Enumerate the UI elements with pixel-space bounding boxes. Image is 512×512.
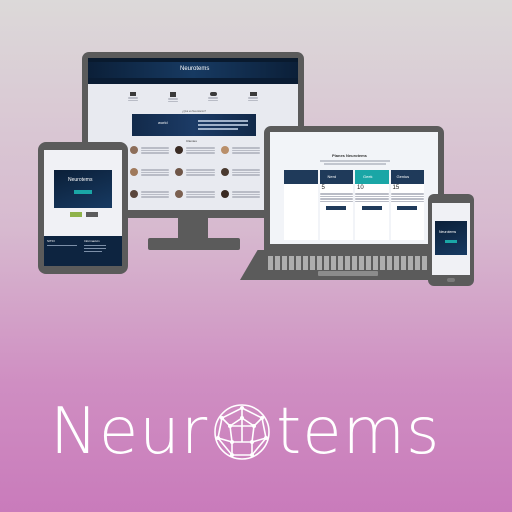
plan-select-button[interactable] [326,206,347,210]
tablet-logo: Neurotems [68,177,93,183]
laptop-lid: Planes Neurotems Nerd 5 Geek 10 Genius 1… [264,126,444,250]
testimonial-card [175,146,215,162]
cart-icon [128,92,138,106]
testimonial-card [220,168,260,184]
plan-price: 5 [321,185,325,191]
phone-cta-button[interactable] [445,240,457,243]
testimonial-card [130,190,170,206]
monitor-logo: Neurotems [180,66,210,72]
pricing-plans: Nerd 5 Geek 10 Genius 15 [284,170,424,240]
laptop-trackpad [318,271,378,276]
monitor-testimonials [130,146,260,206]
monitor-stand-base [148,238,240,250]
brand-name-prefix: Neur [50,395,209,469]
laptop-keyboard [268,256,434,270]
phone-screen: Neurotems [432,203,470,275]
plan-card: Genius 15 [390,170,424,240]
plan-select-button[interactable] [361,206,382,210]
tablet-screen: Neurotems SITIO Información [44,150,122,266]
tablet-hero: Neurotems [54,170,112,208]
brand-wordmark: Neur tems [50,392,440,472]
plan-name: Geek [363,174,373,179]
tablet-footer-label: SITIO [47,239,55,243]
plan-card: Nerd 5 [319,170,353,240]
monitor-site-header: Neurotems [88,58,298,84]
plan-select-button[interactable] [397,206,418,210]
monitor-feature-row [128,92,258,106]
gift-icon [168,92,178,106]
tablet: Neurotems SITIO Información [38,142,128,274]
brand-name-suffix: tems [276,395,441,469]
monitor-stand-neck [178,218,208,238]
phone-home-button[interactable] [447,278,455,282]
banner-word: world [158,120,168,125]
tablet-footer: SITIO Información [44,236,122,266]
testimonial-card [220,190,260,206]
phone-logo: Neurotems [439,230,457,234]
plan-price: 10 [357,185,364,191]
testimonial-card [130,168,170,184]
pricing-title: Planes Neurotems [332,153,367,158]
testimonial-card [175,168,215,184]
plan-name: Nerd [327,174,337,179]
plan-name: Genius [396,174,410,179]
monitor-banner: world [132,114,256,136]
phone-hero: Neurotems [435,221,467,255]
testimonial-card [220,146,260,162]
tablet-partners [70,212,98,217]
plan-price: 15 [392,185,400,191]
smartphone: Neurotems [428,194,474,286]
testimonial-card [130,146,170,162]
plan-card [284,170,318,240]
tablet-cta-button[interactable] [74,190,92,194]
plan-card: Geek 10 [355,170,389,240]
card-icon [248,92,258,106]
testimonial-card [175,190,215,206]
laptop-screen: Planes Neurotems Nerd 5 Geek 10 Genius 1… [270,132,438,244]
cloud-icon [208,92,218,106]
geodesic-sphere-icon [214,404,270,460]
monitor-clients-title: Clientes [186,139,197,143]
tablet-info-title: Información [84,239,100,243]
